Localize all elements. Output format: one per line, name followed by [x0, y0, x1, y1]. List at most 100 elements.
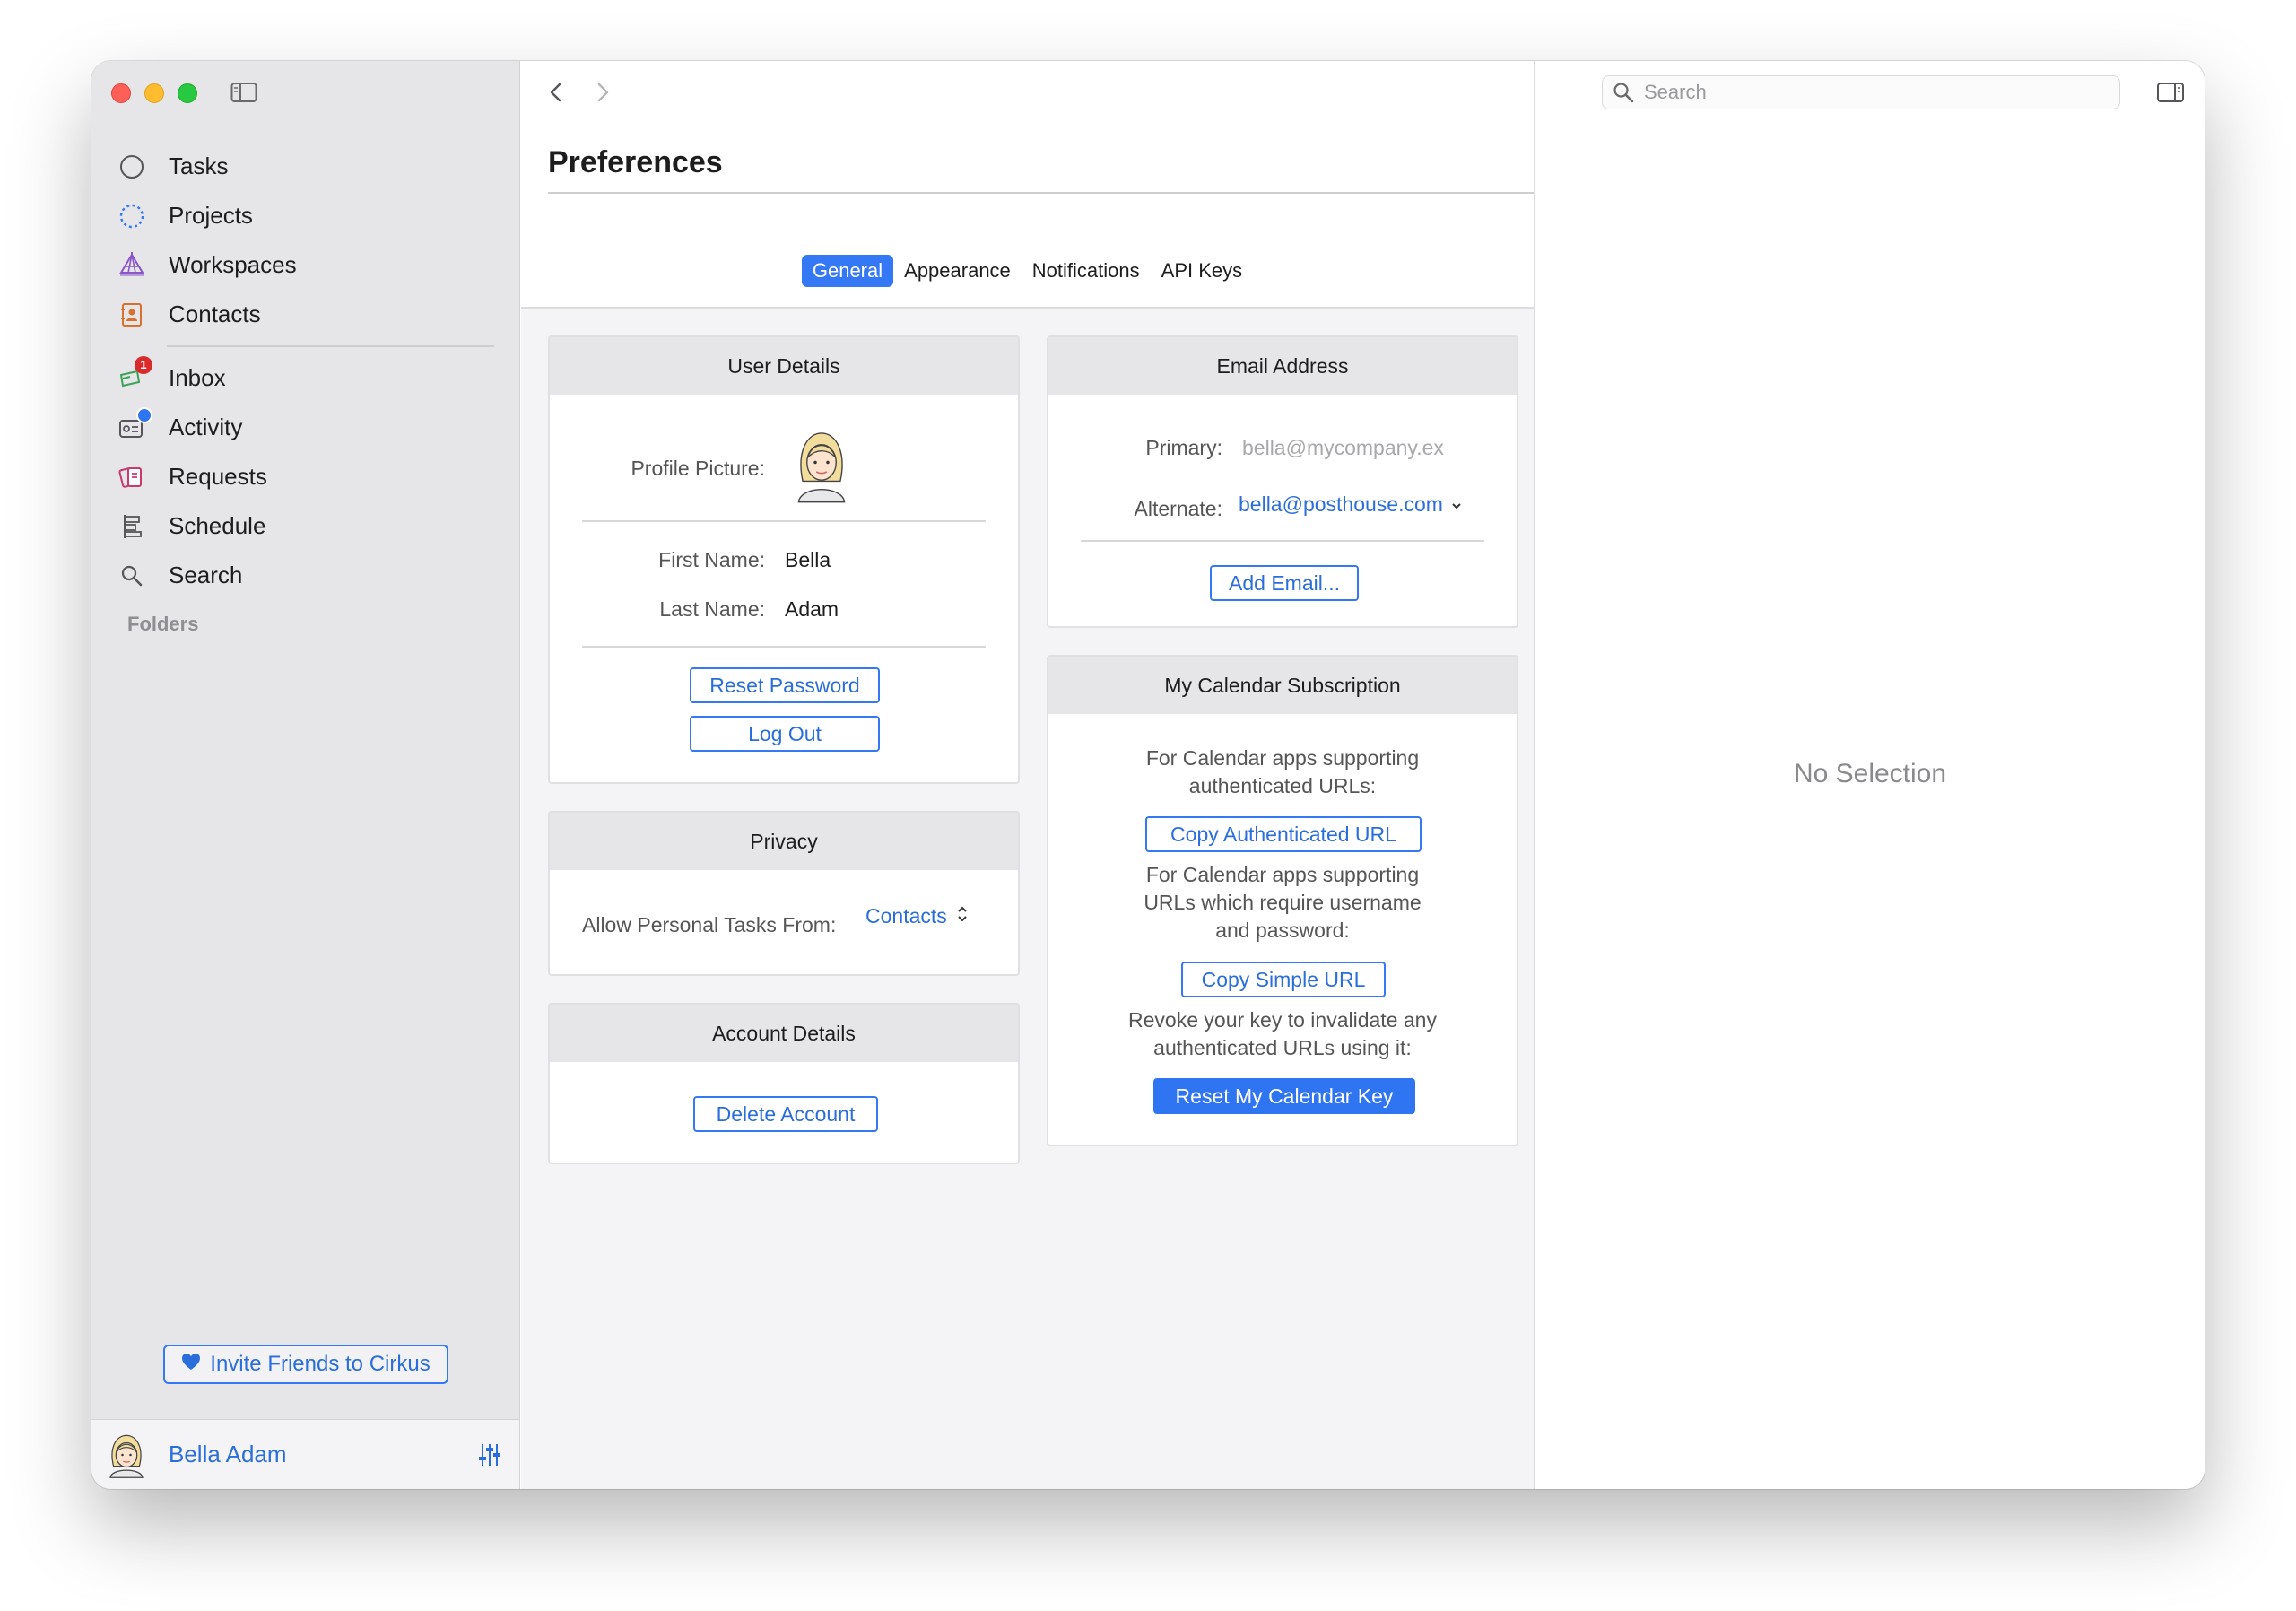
requests-icon [117, 462, 147, 492]
close-window-button[interactable] [111, 83, 131, 103]
invite-friends-label: Invite Friends to Cirkus [210, 1352, 430, 1376]
title-divider [548, 192, 1534, 194]
panel-heading: Account Details [550, 1005, 1018, 1062]
window-controls [111, 83, 197, 103]
sidebar-nav: Tasks Projects Workspaces Contacts 1 Inb… [117, 142, 494, 636]
panel-heading: User Details [550, 337, 1018, 395]
description-line: For Calendar apps supporting [1145, 746, 1420, 770]
alternate-email-value: bella@posthouse.com [1239, 492, 1443, 516]
inbox-icon: 1 [117, 355, 152, 394]
primary-email-label: Primary: [1145, 436, 1222, 459]
reset-password-button[interactable]: Reset Password [690, 667, 880, 703]
sidebar-item-requests[interactable]: Requests [117, 452, 494, 501]
delete-account-button[interactable]: Delete Account [693, 1096, 878, 1132]
contact-book-icon [117, 300, 147, 330]
tent-icon [117, 250, 147, 281]
search-icon [117, 561, 147, 591]
reset-calendar-key-button[interactable]: Reset My Calendar Key [1153, 1078, 1415, 1114]
alternate-email-select[interactable]: bella@posthouse.com [1239, 492, 1463, 517]
back-chevron-icon[interactable] [546, 81, 566, 104]
description-line: authenticated URLs: [1188, 774, 1377, 797]
divider [582, 520, 986, 522]
description-line: URLs which require username [1144, 891, 1422, 914]
account-details-panel: Account Details Delete Account [548, 1003, 1020, 1164]
empty-state-text: No Selection [1793, 759, 1947, 788]
sidebar-item-search[interactable]: Search [117, 551, 494, 600]
profile-avatar[interactable] [790, 427, 853, 509]
tab-api-keys[interactable]: API Keys [1151, 255, 1253, 287]
copy-authenticated-url-button[interactable]: Copy Authenticated URL [1145, 816, 1422, 852]
inspector-pane: No Selection [1534, 61, 2205, 1489]
minimize-window-button[interactable] [144, 83, 164, 103]
history-nav [546, 81, 613, 104]
search-icon [1612, 81, 1635, 104]
sidebar-footer: Bella Adam [91, 1419, 519, 1489]
primary-email-row: Primary: bella@mycompany.ex [1048, 436, 1517, 460]
main-content: Preferences General Appearance Notificat… [521, 61, 1534, 1489]
sidebar-item-schedule[interactable]: Schedule [117, 501, 494, 551]
inbox-badge: 1 [135, 355, 152, 374]
chevron-down-icon [1450, 492, 1463, 517]
sidebar-divider [167, 345, 494, 347]
search-field[interactable] [1602, 75, 2120, 109]
invite-friends-button[interactable]: Invite Friends to Cirkus [163, 1345, 448, 1384]
sidebar-item-label: Requests [169, 463, 267, 490]
sidebar-item-activity[interactable]: Activity [117, 403, 494, 452]
sidebar-item-label: Tasks [169, 152, 229, 179]
calendar-subscription-panel: My Calendar Subscription For Calendar ap… [1047, 655, 1518, 1146]
zoom-window-button[interactable] [178, 83, 197, 103]
description-line: and password: [1215, 919, 1350, 942]
first-name-label: First Name: [658, 548, 765, 571]
tab-appearance[interactable]: Appearance [893, 255, 1022, 287]
forward-chevron-icon[interactable] [593, 81, 613, 104]
description-line: For Calendar apps supporting [1145, 863, 1420, 886]
profile-picture-row: Profile Picture: [550, 427, 1018, 509]
sidebar-item-contacts[interactable]: Contacts [117, 290, 494, 339]
sidebar-item-projects[interactable]: Projects [117, 191, 494, 240]
sidebar-item-label: Search [169, 562, 243, 588]
first-name-value[interactable]: Bella [785, 548, 831, 572]
tab-notifications[interactable]: Notifications [1022, 255, 1151, 287]
avatar[interactable] [102, 1431, 151, 1479]
sidebar-item-tasks[interactable]: Tasks [117, 142, 494, 191]
folders-section-label: Folders [127, 613, 199, 635]
alternate-email-label: Alternate: [1134, 497, 1222, 520]
email-address-panel: Email Address Primary: bella@mycompany.e… [1047, 335, 1518, 628]
sidebar-item-workspaces[interactable]: Workspaces [117, 240, 494, 290]
allow-personal-tasks-value: Contacts [865, 904, 947, 927]
sidebar: Tasks Projects Workspaces Contacts 1 Inb… [91, 61, 520, 1489]
search-input[interactable] [1644, 81, 2092, 104]
preferences-tabs: General Appearance Notifications API Key… [521, 255, 1534, 287]
sidebar-item-inbox[interactable]: 1 Inbox [117, 353, 494, 403]
last-name-value[interactable]: Adam [785, 597, 839, 622]
app-window: Tasks Projects Workspaces Contacts 1 Inb… [91, 61, 2205, 1489]
profile-picture-label: Profile Picture: [631, 456, 765, 480]
divider [582, 646, 986, 648]
panel-heading: Email Address [1048, 337, 1517, 395]
primary-email-value: bella@mycompany.ex [1242, 436, 1444, 459]
inspector-toggle-icon[interactable] [2156, 81, 2185, 104]
dotted-circle-icon [117, 201, 147, 231]
add-email-button[interactable]: Add Email... [1210, 565, 1359, 601]
sidebar-item-label: Contacts [169, 300, 261, 327]
sidebar-toggle-icon[interactable] [230, 82, 257, 103]
first-name-row: First Name: Bella [550, 548, 1018, 572]
sidebar-item-label: Schedule [169, 512, 266, 539]
schedule-icon [117, 511, 147, 542]
main-header: Preferences General Appearance Notificat… [521, 61, 1534, 309]
sliders-icon[interactable] [476, 1441, 503, 1468]
panel-heading: My Calendar Subscription [1048, 657, 1517, 714]
sidebar-item-label: Activity [169, 414, 243, 440]
circle-icon [117, 152, 147, 182]
allow-personal-tasks-select[interactable]: Contacts [865, 904, 969, 928]
activity-icon [117, 406, 152, 443]
user-name[interactable]: Bella Adam [169, 1441, 476, 1468]
allow-personal-tasks-row: Allow Personal Tasks From: [582, 913, 836, 937]
tab-general[interactable]: General [801, 255, 894, 287]
alternate-email-row: Alternate: bella@posthouse.com [1048, 488, 1517, 521]
user-details-panel: User Details Profile Picture: First Name… [548, 335, 1020, 784]
log-out-button[interactable]: Log Out [690, 716, 880, 752]
heart-icon [181, 1352, 201, 1377]
copy-simple-url-button[interactable]: Copy Simple URL [1181, 962, 1386, 997]
authenticated-url-description: For Calendar apps supporting authenticat… [1048, 745, 1517, 800]
